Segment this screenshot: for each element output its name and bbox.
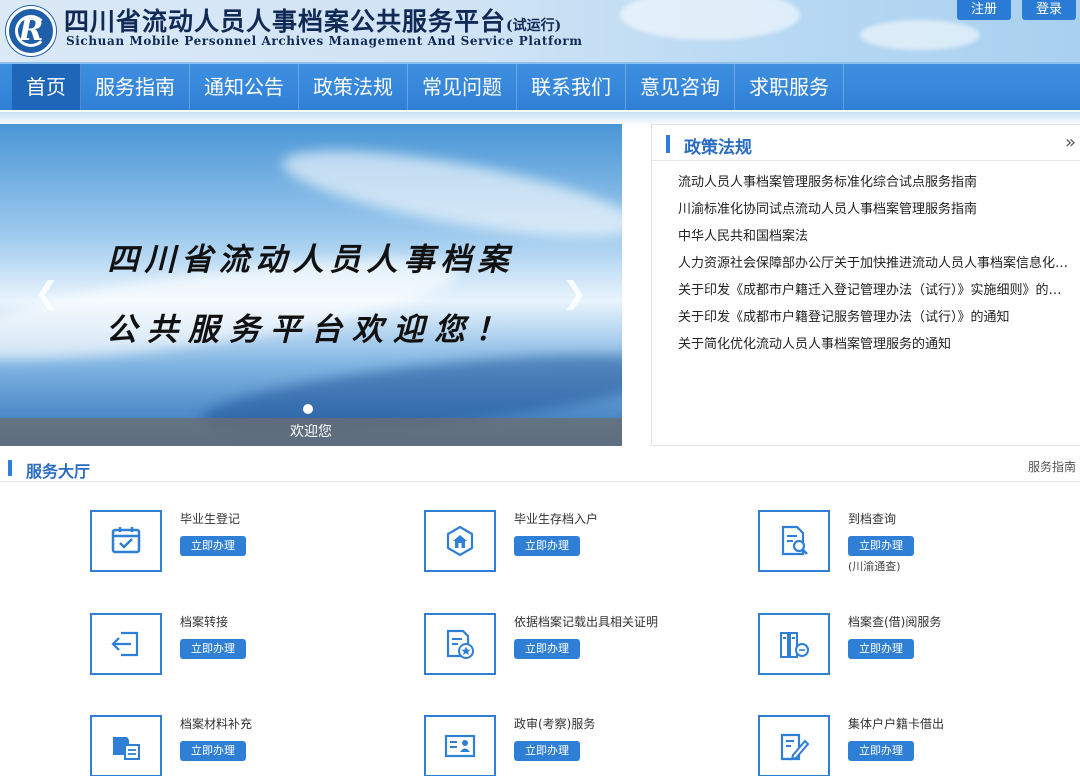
calendar-check-icon[interactable] <box>90 510 162 572</box>
chevron-left-icon[interactable]: ❮ <box>34 276 59 311</box>
site-title: 四川省流动人员人事档案公共服务平台(试运行) <box>64 2 561 38</box>
banner-headline-line1: 四川省流动人员人事档案 <box>107 242 515 278</box>
section-marker <box>8 460 12 476</box>
service-hall-header: 服务大厅 服务指南 <box>0 452 1080 482</box>
service-name: 政审(考察)服务 <box>514 717 596 731</box>
apply-now-button[interactable]: 立即办理 <box>514 741 580 761</box>
policy-link[interactable]: 流动人员人事档案管理服务标准化综合试点服务指南 <box>678 169 1074 196</box>
site-header: R 四川省流动人员人事档案公共服务平台(试运行) Sichuan Mobile … <box>0 0 1080 64</box>
service-name: 档案转接 <box>180 615 229 629</box>
service-name: 集体户户籍卡借出 <box>848 717 945 731</box>
service-name: 依据档案记载出具相关证明 <box>514 615 659 629</box>
nav-item[interactable]: 首页 <box>12 64 81 110</box>
service-name: 毕业生登记 <box>180 512 241 526</box>
apply-now-button[interactable]: 立即办理 <box>848 741 914 761</box>
service-guide-link[interactable]: 服务指南 <box>1028 458 1076 475</box>
nav-item[interactable]: 服务指南 <box>81 64 190 110</box>
policy-link[interactable]: 关于简化优化流动人员人事档案管理服务的通知 <box>678 331 1074 358</box>
apply-now-button[interactable]: 立即办理 <box>848 639 914 659</box>
file-add-icon[interactable] <box>90 715 162 776</box>
service-card: 档案转接 立即办理 <box>90 613 390 677</box>
banner-headline-line2: 公共服务平台欢迎您！ <box>106 312 516 348</box>
login-button[interactable]: 登录 <box>1022 0 1076 20</box>
banner-carousel[interactable]: 四川省流动人员人事档案 公共服务平台欢迎您！ ❮ ❯ 欢迎您 <box>0 124 622 446</box>
policy-link[interactable]: 关于印发《成都市户籍登记服务管理办法（试行）》的通知 <box>678 304 1074 331</box>
service-name: 毕业生存档入户 <box>514 512 599 526</box>
apply-now-button[interactable]: 立即办理 <box>180 741 246 761</box>
apply-now-button[interactable]: 立即办理 <box>514 536 580 556</box>
policy-link[interactable]: 人力资源社会保障部办公厅关于加快推进流动人员人事档案信息化建设的通知 <box>678 250 1074 277</box>
form-edit-icon[interactable] <box>758 715 830 776</box>
service-card: 档案材料补充立即办理 <box>90 715 390 776</box>
site-subtitle: Sichuan Mobile Personnel Archives Manage… <box>66 34 583 48</box>
service-name: 档案查(借)阅服务 <box>848 615 942 629</box>
trial-tag: (试运行) <box>506 18 562 34</box>
nav-item[interactable]: 联系我们 <box>517 64 626 110</box>
policy-header: 政策法规 » <box>652 125 1080 161</box>
nav-list: 首页 服务指南 通知公告 政策法规 常见问题 联系我们 意见咨询 求职服务 <box>12 64 844 110</box>
nav-item[interactable]: 意见咨询 <box>626 64 735 110</box>
logo-letter: R <box>18 13 44 48</box>
nav-item[interactable]: 求职服务 <box>735 64 844 110</box>
certificate-star-icon[interactable] <box>424 613 496 675</box>
id-card-icon[interactable] <box>424 715 496 776</box>
apply-now-button[interactable]: 立即办理 <box>180 639 246 659</box>
service-hall-title: 服务大厅 <box>26 462 91 481</box>
service-card: 依据档案记载出具相关证明立即办理 <box>424 613 724 677</box>
service-card: 毕业生登记 立即办理 <box>90 510 390 574</box>
transfer-arrow-icon[interactable] <box>90 613 162 675</box>
double-chevron-right-icon[interactable]: » <box>1065 132 1076 153</box>
house-hexagon-icon[interactable] <box>424 510 496 572</box>
nav-item[interactable]: 通知公告 <box>190 64 299 110</box>
policy-link[interactable]: 川渝标准化协同试点流动人员人事档案管理服务指南 <box>678 196 1074 223</box>
document-search-icon[interactable] <box>758 510 830 572</box>
service-name: 档案材料补充 <box>180 717 253 731</box>
service-card: 到档查询立即办理 (川渝通查) <box>758 510 1058 574</box>
apply-now-button[interactable]: 立即办理 <box>180 536 246 556</box>
banner-caption: 欢迎您 <box>0 418 622 446</box>
service-note: (川渝通查) <box>848 560 901 573</box>
service-card: 档案查(借)阅服务立即办理 <box>758 613 1058 677</box>
apply-now-button[interactable]: 立即办理 <box>848 536 914 556</box>
main-nav: 首页 服务指南 通知公告 政策法规 常见问题 联系我们 意见咨询 求职服务 <box>0 62 1080 126</box>
section-marker <box>666 135 670 153</box>
policy-link[interactable]: 关于印发《成都市户籍迁入登记管理办法（试行）》实施细则》的通知 <box>678 277 1074 304</box>
site-title-text: 四川省流动人员人事档案公共服务平台 <box>64 7 507 36</box>
register-button[interactable]: 注册 <box>957 0 1011 20</box>
service-name: 到档查询 <box>848 512 897 526</box>
service-card: 毕业生存档入户立即办理 <box>424 510 724 574</box>
service-card: 集体户户籍卡借出立即办理 <box>758 715 1058 776</box>
chevron-right-icon[interactable]: ❯ <box>562 276 587 311</box>
policy-list: 流动人员人事档案管理服务标准化综合试点服务指南 川渝标准化协同试点流动人员人事档案… <box>678 169 1074 358</box>
policy-title: 政策法规 <box>684 138 752 158</box>
nav-item[interactable]: 常见问题 <box>408 64 517 110</box>
policy-panel: 政策法规 » 流动人员人事档案管理服务标准化综合试点服务指南 川渝标准化协同试点流… <box>651 124 1080 446</box>
nav-item[interactable]: 政策法规 <box>299 64 408 110</box>
site-logo[interactable]: R <box>6 6 56 56</box>
service-card: 政审(考察)服务立即办理 <box>424 715 724 776</box>
policy-link[interactable]: 中华人民共和国档案法 <box>678 223 1074 250</box>
archive-folders-icon[interactable] <box>758 613 830 675</box>
apply-now-button[interactable]: 立即办理 <box>514 639 580 659</box>
carousel-dot[interactable] <box>303 404 313 414</box>
